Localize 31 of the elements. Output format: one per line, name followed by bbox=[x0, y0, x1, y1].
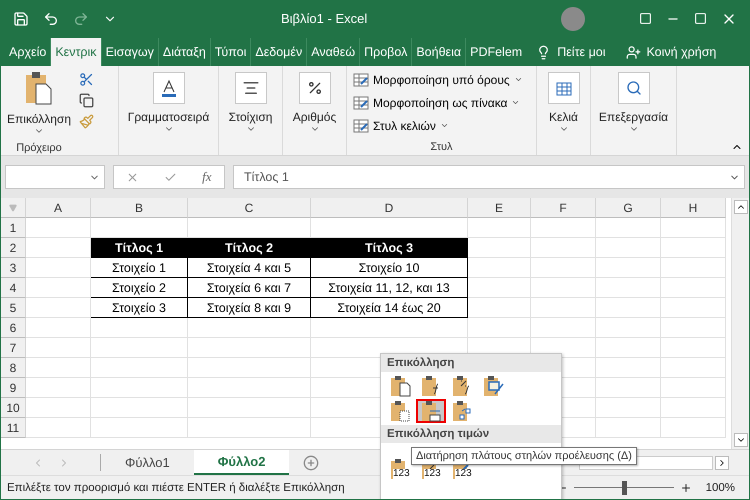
table-cell: Στοιχεία 14 έως 20 bbox=[311, 298, 468, 318]
menu-heading: Επικόλληση τιμών bbox=[381, 425, 561, 443]
header-cell: Τίτλος 2 bbox=[188, 238, 311, 258]
status-message: Επιλέξτε τον προορισμό και πιέστε ENTER ή διαλέξτε Επικόλληση bbox=[7, 482, 345, 494]
table-cell: Στοιχεία 11, 12, και 13 bbox=[311, 278, 468, 298]
row-header: 1 bbox=[1, 218, 26, 238]
header-cell: Τίτλος 3 bbox=[311, 238, 468, 258]
table-cell: Στοιχείο 1 bbox=[91, 258, 188, 278]
row-header: 9 bbox=[1, 378, 26, 398]
window-title: Βιβλίο1 - Excel bbox=[281, 11, 368, 26]
row-header: 2 bbox=[1, 238, 26, 258]
table-cell: Στοιχείο 3 bbox=[91, 298, 188, 318]
row-header: 10 bbox=[1, 398, 26, 418]
group-label: Πρόχειρο bbox=[16, 142, 62, 154]
row-header: 8 bbox=[1, 358, 26, 378]
row-header: 5 bbox=[1, 298, 26, 318]
table-cell: Στοιχεία 4 και 5 bbox=[188, 258, 311, 278]
tooltip: Διατήρηση πλάτους στηλών προέλευσης (Δ) bbox=[411, 447, 637, 465]
row-header: 11 bbox=[1, 418, 26, 438]
row-header: 7 bbox=[1, 338, 26, 358]
table-cell: Στοιχεία 6 και 7 bbox=[188, 278, 311, 298]
table-cell: Στοιχείο 2 bbox=[91, 278, 188, 298]
row-header: 6 bbox=[1, 318, 26, 338]
row-header: 3 bbox=[1, 258, 26, 278]
table-cell: Στοιχείο 10 bbox=[311, 258, 468, 278]
row-header: 4 bbox=[1, 278, 26, 298]
header-cell: Τίτλος 1 bbox=[91, 238, 188, 258]
group-label: Στυλ bbox=[430, 141, 453, 153]
zoom-level: 100% bbox=[706, 482, 735, 494]
table-cell: Στοιχεία 8 και 9 bbox=[188, 298, 311, 318]
menu-heading: Επικόλληση bbox=[381, 354, 561, 372]
